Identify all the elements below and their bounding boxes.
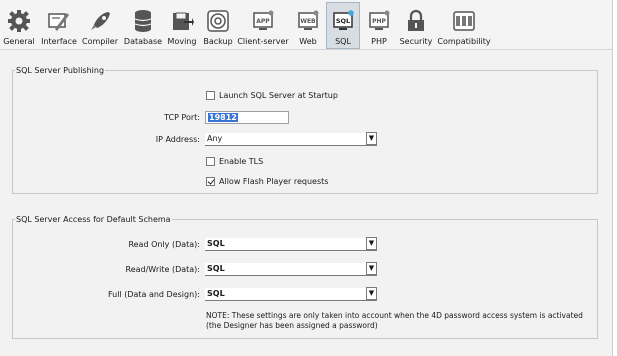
enable-tls-label: Enable TLS (219, 157, 264, 166)
svg-text:APP: APP (256, 18, 270, 25)
moving-icon (173, 12, 194, 30)
tab-sql-label: SQL (335, 37, 351, 46)
database-icon (134, 10, 152, 32)
ip-address-select[interactable]: Any ▼ (205, 132, 377, 146)
tab-web-label: Web (299, 37, 317, 46)
tab-sql[interactable]: SQL SQL (326, 2, 360, 49)
sql-access-legend: SQL Server Access for Default Schema (16, 215, 171, 224)
tab-moving-label: Moving (167, 37, 197, 46)
tab-security[interactable]: Security (398, 3, 434, 48)
read-write-select[interactable]: SQL ▼ (205, 262, 377, 276)
launch-at-startup-label: Launch SQL Server at Startup (219, 91, 338, 100)
tab-interface[interactable]: Interface (40, 3, 78, 48)
tab-security-label: Security (399, 37, 433, 46)
window-edge (612, 0, 617, 356)
tab-client-server-label: Client-server (237, 37, 289, 46)
web-icon: WEB (298, 10, 319, 30)
tcp-port-label: TCP Port: (164, 113, 200, 122)
access-note: NOTE: These settings are only taken into… (206, 311, 583, 330)
tab-general[interactable]: General (2, 3, 36, 48)
sql-server-publishing-group: SQL Server Publishing (12, 66, 598, 194)
interface-icon (48, 13, 69, 31)
allow-flash-label: Allow Flash Player requests (219, 177, 329, 186)
tab-compiler-label: Compiler (82, 37, 119, 46)
rocket-icon (91, 12, 110, 30)
tab-compiler[interactable]: Compiler (82, 3, 118, 48)
tab-database-label: Database (123, 37, 163, 46)
tcp-port-input[interactable]: 19812 (205, 111, 289, 124)
tab-backup[interactable]: Backup (202, 3, 234, 48)
sql-icon: SQL (333, 10, 354, 30)
php-icon: PHP (369, 10, 390, 30)
compatibility-icon (453, 11, 475, 31)
chevron-down-icon[interactable]: ▼ (366, 132, 377, 145)
tab-web[interactable]: WEB Web (293, 3, 323, 48)
backup-icon (207, 10, 229, 32)
sql-server-publishing-legend: SQL Server Publishing (16, 66, 105, 75)
gear-icon (8, 10, 30, 32)
ip-address-value: Any (207, 134, 223, 143)
full-access-select[interactable]: SQL ▼ (205, 287, 377, 301)
read-only-value: SQL (207, 239, 225, 248)
read-write-label: Read/Write (Data): (125, 265, 201, 274)
tab-general-label: General (3, 37, 35, 46)
tab-moving[interactable]: Moving (166, 3, 198, 48)
read-only-select[interactable]: SQL ▼ (205, 237, 377, 251)
read-write-value: SQL (207, 264, 225, 273)
tab-compatibility-label: Compatibility (437, 37, 491, 46)
launch-at-startup-box[interactable] (206, 91, 215, 100)
tab-backup-label: Backup (203, 37, 233, 46)
chevron-down-icon[interactable]: ▼ (366, 262, 377, 275)
enable-tls-checkbox[interactable]: Enable TLS (206, 157, 263, 166)
tab-php-label: PHP (371, 37, 387, 46)
tab-client-server[interactable]: APP Client-server (237, 3, 289, 48)
svg-text:WEB: WEB (300, 18, 316, 25)
tab-php[interactable]: PHP PHP (364, 3, 394, 48)
tab-interface-label: Interface (41, 37, 77, 46)
tcp-port-value: 19812 (208, 113, 238, 122)
ip-address-label: IP Address: (155, 135, 200, 144)
chevron-down-icon[interactable]: ▼ (366, 287, 377, 300)
launch-at-startup-checkbox[interactable]: Launch SQL Server at Startup (206, 91, 338, 100)
enable-tls-box[interactable] (206, 157, 215, 166)
read-only-label: Read Only (Data): (128, 240, 200, 249)
allow-flash-box[interactable] (206, 177, 215, 186)
full-access-value: SQL (207, 289, 225, 298)
chevron-down-icon[interactable]: ▼ (366, 237, 377, 250)
tab-database[interactable]: Database (122, 3, 164, 48)
tab-compatibility[interactable]: Compatibility (437, 3, 491, 48)
client-server-icon: APP (253, 10, 274, 30)
svg-text:PHP: PHP (372, 18, 386, 25)
full-access-label: Full (Data and Design): (107, 290, 200, 299)
svg-text:SQL: SQL (336, 17, 350, 25)
preferences-toolbar: General Interface Compiler Database Movi… (0, 0, 612, 50)
allow-flash-checkbox[interactable]: Allow Flash Player requests (206, 177, 328, 186)
lock-icon (408, 9, 424, 31)
